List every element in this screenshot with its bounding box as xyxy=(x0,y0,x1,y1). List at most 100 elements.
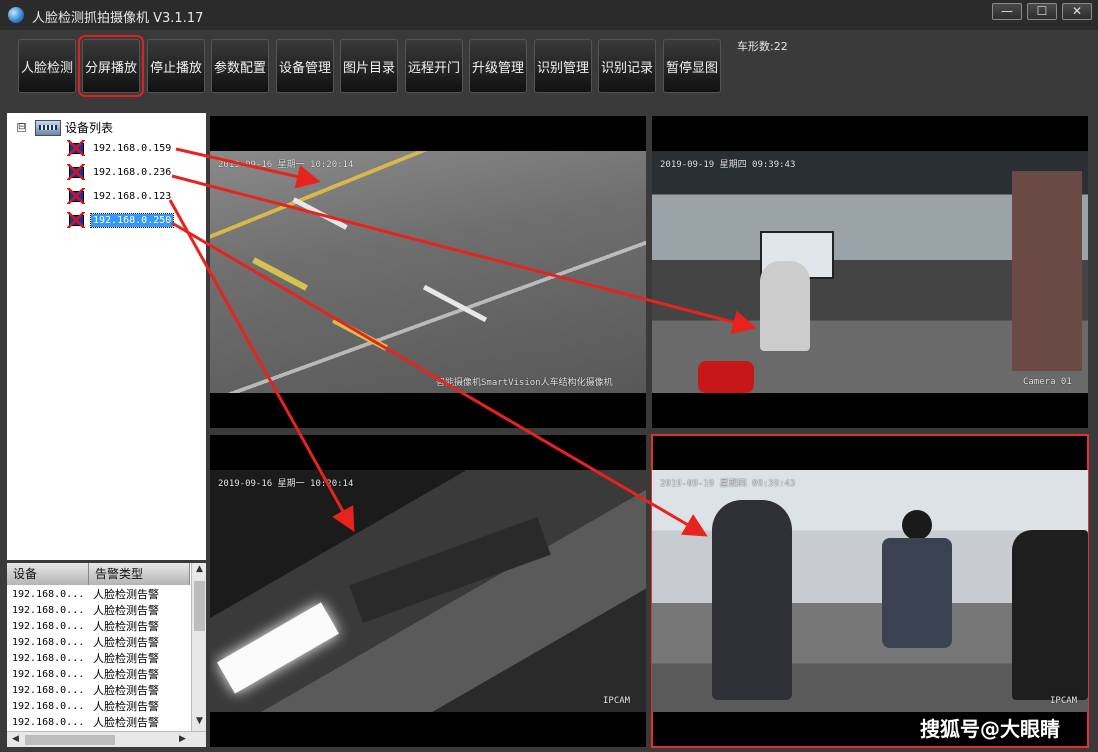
collapse-icon[interactable]: ⊟ xyxy=(17,123,26,132)
person-shape xyxy=(882,538,952,648)
alarm-type-cell: 人脸检测告警 xyxy=(93,684,159,697)
device-tree-root[interactable]: ⊟ 设备列表 xyxy=(17,119,113,136)
video-caption: IPCAM xyxy=(603,696,631,706)
video-timestamp: 2019-09-16 星期一 10:20:14 xyxy=(218,479,354,489)
alarm-list-vertical-scrollbar[interactable]: ▲ ▼ xyxy=(191,563,206,731)
scroll-up-icon[interactable]: ▲ xyxy=(192,564,207,578)
jacket-shape xyxy=(712,500,792,700)
video-caption: Camera 01 xyxy=(1023,377,1072,387)
alarm-type-cell: 人脸检测告警 xyxy=(93,636,159,649)
device-ip-label: 192.168.0.236 xyxy=(93,166,172,178)
alarm-type-cell: 人脸检测告警 xyxy=(93,588,159,601)
camera-icon xyxy=(67,188,85,204)
table-row[interactable]: 192.168.0... 人脸检测告警 xyxy=(7,667,190,683)
device-tree-panel: ⊟ 设备列表 192.168.0.159 192.168.0.236 192.1… xyxy=(7,113,206,560)
device-tree-root-label: 设备列表 xyxy=(65,121,114,135)
watermark: 搜狐号@大眼睛 xyxy=(920,717,1060,741)
video-feed-office xyxy=(652,151,1088,393)
alarm-device-cell: 192.168.0... xyxy=(12,589,85,600)
video-timestamp: 2019-09-19 星期四 09:39:43 xyxy=(660,160,796,170)
vehicle-count-label: 车形数:22 xyxy=(737,40,788,53)
app-globe-icon xyxy=(8,7,24,23)
table-row[interactable]: 192.168.0... 人脸检测告警 xyxy=(7,603,190,619)
wall-panel-shape xyxy=(1012,171,1082,371)
image-directory-button[interactable]: 图片目录 xyxy=(340,39,398,93)
video-caption: 智能摄像机SmartVision人车结构化摄像机 xyxy=(436,378,613,388)
title-bar: 人脸检测抓拍摄像机 V3.1.17 — ☐ ✕ xyxy=(0,0,1098,30)
split-screen-play-button[interactable]: 分屏播放 xyxy=(78,35,144,97)
minimize-button[interactable]: — xyxy=(992,3,1022,20)
table-row[interactable]: 192.168.0... 人脸检测告警 xyxy=(7,699,190,715)
alarm-device-cell: 192.168.0... xyxy=(12,605,85,616)
red-bag-shape xyxy=(698,361,754,393)
window-title: 人脸检测抓拍摄像机 V3.1.17 xyxy=(32,11,204,26)
face-detect-button[interactable]: 人脸检测 xyxy=(18,39,76,93)
camera-icon xyxy=(67,140,85,156)
device-ip-label: 192.168.0.123 xyxy=(93,190,172,202)
stop-play-button[interactable]: 停止播放 xyxy=(147,39,205,93)
ceiling-light-shape xyxy=(217,602,339,694)
alarm-type-cell: 人脸检测告警 xyxy=(93,716,159,729)
table-row[interactable]: 192.168.0... 人脸检测告警 xyxy=(7,651,190,667)
table-row[interactable]: 192.168.0... 人脸检测告警 xyxy=(7,587,190,603)
alarm-type-cell: 人脸检测告警 xyxy=(93,604,159,617)
table-row[interactable]: 192.168.0... 人脸检测告警 xyxy=(7,715,190,731)
video-feed-ceiling xyxy=(210,470,646,712)
video-pane-1[interactable]: 2019-09-16 星期一 10:20:14 智能摄像机SmartVision… xyxy=(210,116,646,428)
device-item[interactable]: 192.168.0.159 xyxy=(67,139,173,157)
remote-door-open-button[interactable]: 远程开门 xyxy=(405,39,463,93)
person-shape xyxy=(760,261,810,351)
alarm-device-cell: 192.168.0... xyxy=(12,669,85,680)
column-header-device[interactable]: 设备 xyxy=(7,563,89,585)
video-feed-road xyxy=(210,151,646,393)
video-caption: IPCAM xyxy=(1050,696,1078,706)
lane-marking xyxy=(252,257,308,291)
alarm-device-cell: 192.168.0... xyxy=(12,701,85,712)
alarm-list-header: 设备 告警类型 xyxy=(7,563,190,585)
duct-shape xyxy=(349,517,551,623)
alarm-device-cell: 192.168.0... xyxy=(12,637,85,648)
recognition-records-button[interactable]: 识别记录 xyxy=(598,39,656,93)
scrollbar-thumb[interactable] xyxy=(25,735,115,745)
alarm-list-body: 192.168.0... 人脸检测告警 192.168.0... 人脸检测告警 19… xyxy=(7,587,190,731)
device-list-icon xyxy=(35,119,61,136)
parameter-config-button[interactable]: 参数配置 xyxy=(211,39,269,93)
device-item[interactable]: 192.168.0.123 xyxy=(67,187,173,205)
device-item-selected[interactable]: 192.168.0.250 xyxy=(67,211,175,229)
video-timestamp: 2019-09-19 星期四 09:39:43 xyxy=(660,479,796,489)
pause-display-button[interactable]: 暂停显图 xyxy=(663,39,721,93)
scrollbar-thumb[interactable] xyxy=(194,581,205,631)
column-header-alarm-type[interactable]: 告警类型 xyxy=(89,563,190,585)
lane-marking xyxy=(422,284,488,323)
toolbar: 人脸检测 分屏播放 停止播放 参数配置 设备管理 图片目录 远程开门 升级管理 … xyxy=(0,30,1098,108)
alarm-device-cell: 192.168.0... xyxy=(12,621,85,632)
camera-icon xyxy=(67,212,85,228)
alarm-type-cell: 人脸检测告警 xyxy=(93,652,159,665)
table-row[interactable]: 192.168.0... 人脸检测告警 xyxy=(7,635,190,651)
video-feed-desk xyxy=(652,470,1088,712)
scroll-right-icon[interactable]: ▶ xyxy=(175,732,190,747)
alarm-type-cell: 人脸检测告警 xyxy=(93,700,159,713)
alarm-list-horizontal-scrollbar[interactable]: ◀ ▶ xyxy=(7,731,206,747)
device-management-button[interactable]: 设备管理 xyxy=(276,39,334,93)
alarm-type-cell: 人脸检测告警 xyxy=(93,668,159,681)
scroll-left-icon[interactable]: ◀ xyxy=(8,732,23,747)
chair-shape xyxy=(1012,530,1088,700)
close-button[interactable]: ✕ xyxy=(1062,3,1092,20)
recognition-management-button[interactable]: 识别管理 xyxy=(534,39,592,93)
video-timestamp: 2019-09-16 星期一 10:20:14 xyxy=(218,160,354,170)
video-pane-3[interactable]: 2019-09-16 星期一 10:20:14 IPCAM xyxy=(210,435,646,747)
table-row[interactable]: 192.168.0... 人脸检测告警 xyxy=(7,683,190,699)
scroll-down-icon[interactable]: ▼ xyxy=(192,716,207,730)
lane-marking xyxy=(292,197,348,230)
alarm-device-cell: 192.168.0... xyxy=(12,717,85,728)
device-ip-label: 192.168.0.159 xyxy=(93,142,172,154)
table-row[interactable]: 192.168.0... 人脸检测告警 xyxy=(7,619,190,635)
upgrade-management-button[interactable]: 升级管理 xyxy=(469,39,527,93)
video-pane-4-selected[interactable]: 2019-09-19 星期四 09:39:43 IPCAM xyxy=(651,434,1089,748)
camera-icon xyxy=(67,164,85,180)
video-pane-2[interactable]: 2019-09-19 星期四 09:39:43 Camera 01 xyxy=(652,116,1088,428)
device-ip-label: 192.168.0.250 xyxy=(89,212,175,228)
maximize-button[interactable]: ☐ xyxy=(1027,3,1057,20)
device-item[interactable]: 192.168.0.236 xyxy=(67,163,173,181)
